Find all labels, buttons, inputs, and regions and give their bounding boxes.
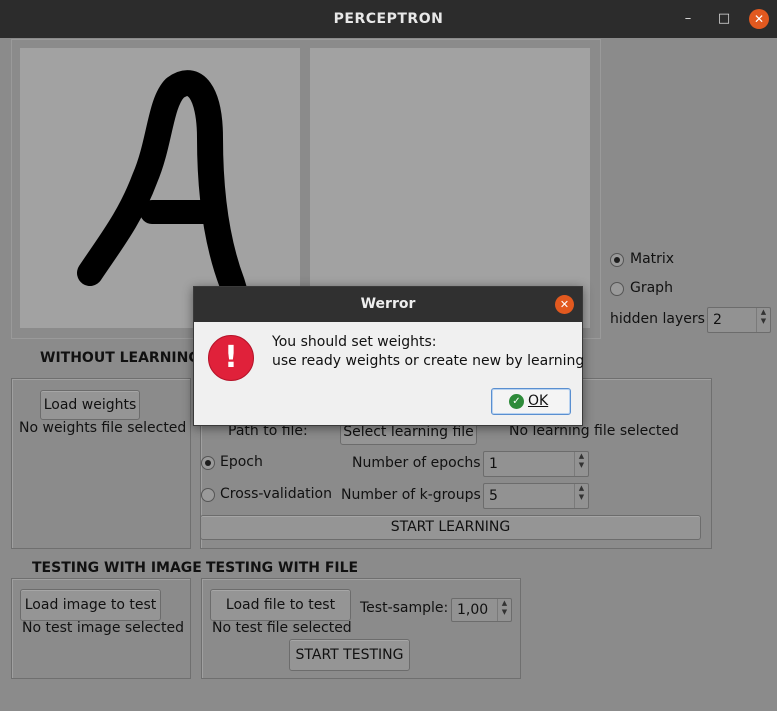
test-sample-value: 1,00 (457, 602, 489, 618)
epochs-value: 1 (489, 456, 498, 472)
ok-button[interactable]: ✓ OK (491, 388, 571, 415)
hidden-layers-value: 2 (713, 312, 722, 328)
hidden-layers-spinbox[interactable]: 2 ▲ ▼ (707, 307, 771, 333)
start-learning-button[interactable]: START LEARNING (200, 515, 701, 540)
ok-button-label: OK (528, 393, 549, 409)
kgroups-spinbox[interactable]: 5 ▲ ▼ (483, 483, 589, 509)
test-file-status: No test file selected (212, 620, 352, 636)
testing-file-heading: TESTING WITH FILE (206, 560, 359, 576)
testing-image-heading: TESTING WITH IMAGE (32, 560, 202, 576)
kgroups-value: 5 (489, 488, 498, 504)
radio-cross-validation-label: Cross-validation (220, 486, 332, 502)
weights-status: No weights file selected (19, 420, 187, 436)
radio-matrix[interactable] (610, 253, 624, 267)
error-icon: ! (208, 335, 254, 381)
error-dialog: Werror ✕ ! You should set weights: use r… (193, 286, 585, 426)
radio-graph[interactable] (610, 282, 624, 296)
load-weights-button[interactable]: Load weights (40, 390, 140, 420)
radio-matrix-label: Matrix (630, 251, 675, 267)
maximize-button[interactable]: □ (714, 9, 734, 29)
epochs-spinbox[interactable]: 1 ▲ ▼ (483, 451, 589, 477)
dialog-title: Werror (360, 296, 416, 312)
load-image-button[interactable]: Load image to test (20, 589, 161, 621)
test-image-status: No test image selected (22, 620, 184, 636)
dialog-message-line1: You should set weights: (272, 334, 437, 350)
ok-check-icon: ✓ (509, 394, 524, 409)
radio-cross-validation[interactable] (201, 488, 215, 502)
hidden-layers-label: hidden layers (610, 311, 705, 327)
kgroups-label: Number of k-groups (341, 487, 481, 503)
load-file-button[interactable]: Load file to test (210, 589, 351, 621)
radio-epoch[interactable] (201, 456, 215, 470)
epochs-label: Number of epochs (352, 455, 481, 471)
spin-arrows-icon[interactable]: ▲ ▼ (497, 599, 511, 621)
window-title: PERCEPTRON (333, 11, 444, 27)
dialog-message-line2: use ready weights or create new by learn… (272, 353, 585, 369)
spin-arrows-icon[interactable]: ▲ ▼ (574, 452, 588, 476)
spin-arrows-icon[interactable]: ▲ ▼ (756, 308, 770, 332)
without-learning-heading: WITHOUT LEARNING (40, 350, 200, 366)
radio-graph-label: Graph (630, 280, 673, 296)
test-sample-label: Test-sample: (360, 600, 449, 616)
spin-arrows-icon[interactable]: ▲ ▼ (574, 484, 588, 508)
test-sample-spinbox[interactable]: 1,00 ▲ ▼ (451, 598, 512, 622)
minimize-button[interactable]: – (678, 9, 698, 29)
close-button[interactable]: ✕ (749, 9, 769, 29)
radio-epoch-label: Epoch (220, 454, 263, 470)
start-testing-button[interactable]: START TESTING (289, 639, 410, 671)
dialog-close-icon[interactable]: ✕ (555, 295, 574, 314)
